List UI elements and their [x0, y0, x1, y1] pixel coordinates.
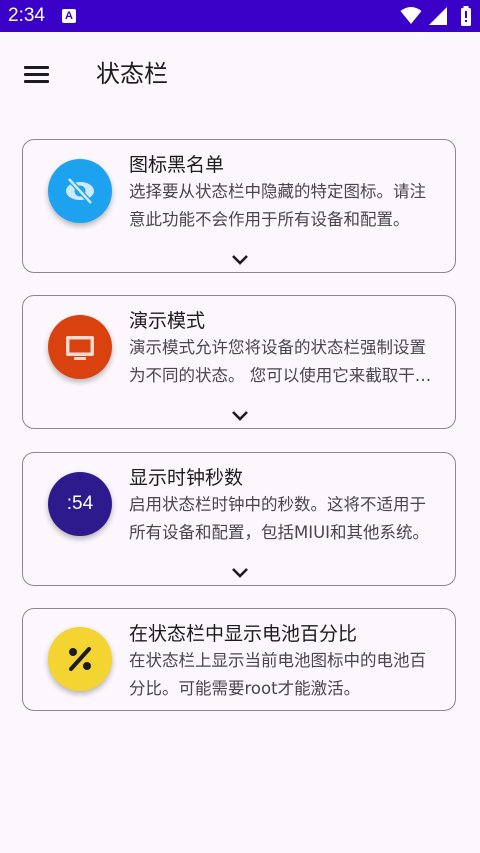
card-demo-mode[interactable]: 演示模式 演示模式允许您将设备的状态栏强制设置为不同的状态。 您可以使用它来截取…: [22, 295, 456, 429]
page-title: 状态栏: [96, 60, 168, 88]
card-icon-blacklist[interactable]: 图标黑名单 选择要从状态栏中隐藏的特定图标。请注意此功能不会作用于所有设备和配置…: [22, 139, 456, 273]
card-title: 在状态栏中显示电池百分比: [129, 623, 358, 645]
clock-seconds-text: :54: [66, 493, 94, 514]
card-icon-circle: [48, 159, 112, 223]
card-title: 显示时钟秒数: [129, 467, 244, 489]
eye-off-icon: [66, 177, 94, 205]
card-description: 在状态栏上显示当前电池图标中的电池百分比。可能需要root才能激活。: [129, 651, 426, 698]
app-bar: 状态栏: [0, 32, 480, 118]
percent-icon: [69, 647, 91, 671]
card-description: 演示模式允许您将设备的状态栏强制设置为不同的状态。 您可以使用它来截取干净的屏幕…: [129, 338, 432, 385]
card-description: 选择要从状态栏中隐藏的特定图标。请注意此功能不会作用于所有设备和配置。: [129, 182, 426, 229]
chevron-down-icon[interactable]: [228, 404, 252, 428]
hamburger-menu-icon[interactable]: [18, 58, 56, 92]
card-battery-percentage[interactable]: 在状态栏中显示电池百分比 在状态栏上显示当前电池图标中的电池百分比。可能需要ro…: [22, 608, 456, 711]
clock-seconds-icon: :54: [48, 472, 112, 536]
card-title: 演示模式: [129, 310, 206, 332]
card-description: 启用状态栏时钟中的秒数。这将不适用于所有设备和配置，包括MIUI和其他系统。: [129, 495, 430, 542]
battery-icon: [461, 6, 471, 26]
card-icon-circle: [48, 315, 112, 379]
chevron-down-icon[interactable]: [228, 561, 252, 585]
status-bar: 2:34 A: [0, 0, 480, 32]
signal-icon: [429, 7, 447, 25]
a-letter-icon: A: [62, 9, 76, 23]
chevron-down-icon[interactable]: [228, 248, 252, 272]
card-clock-seconds[interactable]: :54 显示时钟秒数 启用状态栏时钟中的秒数。这将不适用于所有设备和配置，包括M…: [22, 452, 456, 586]
wifi-icon: [400, 7, 422, 24]
card-title: 图标黑名单: [129, 154, 225, 176]
status-time: 2:34: [8, 5, 45, 26]
monitor-icon: [66, 336, 94, 360]
card-icon-circle: [48, 627, 112, 691]
